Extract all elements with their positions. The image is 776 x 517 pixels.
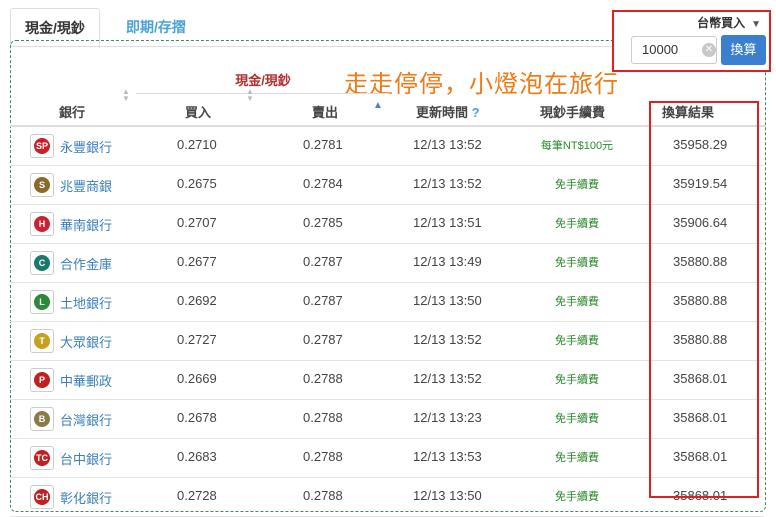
update-time: 12/13 13:50 xyxy=(413,293,482,308)
sell-rate: 0.2785 xyxy=(303,215,343,230)
bank-name-link[interactable]: 台中銀行 xyxy=(60,449,112,468)
bank-logo-icon: CH xyxy=(30,485,54,509)
bank-name-link[interactable]: 兆豐商銀 xyxy=(60,176,112,195)
bank-name-link[interactable]: 台灣銀行 xyxy=(60,410,112,429)
group-header-line xyxy=(136,93,390,94)
bank-name-link[interactable]: 合作金庫 xyxy=(60,254,112,273)
update-time: 12/13 13:52 xyxy=(413,371,482,386)
update-time: 12/13 13:49 xyxy=(413,254,482,269)
sell-rate: 0.2781 xyxy=(303,137,343,152)
buy-rate: 0.2675 xyxy=(177,176,217,191)
chevron-down-icon: ▼ xyxy=(751,19,761,30)
buy-rate: 0.2678 xyxy=(177,410,217,425)
result-column-highlight xyxy=(649,101,759,498)
fee-text: 免手續費 xyxy=(555,218,599,230)
fee-text: 免手續費 xyxy=(555,452,599,464)
calculate-button[interactable]: 換算 xyxy=(721,35,766,65)
update-time: 12/13 13:52 xyxy=(413,176,482,191)
logo-glyph: B xyxy=(38,414,46,424)
buy-rate: 0.2683 xyxy=(177,449,217,464)
bank-name-link[interactable]: 華南銀行 xyxy=(60,215,112,234)
bank-logo-icon: S xyxy=(30,173,54,197)
header-time[interactable]: 更新時間 ? xyxy=(416,102,480,121)
logo-glyph: T xyxy=(39,336,45,346)
header-sell[interactable]: 賣出 xyxy=(312,102,338,121)
header-bank[interactable]: 銀行 xyxy=(59,102,85,121)
header-fee[interactable]: 現鈔手續費 xyxy=(540,102,605,121)
update-time: 12/13 13:52 xyxy=(413,332,482,347)
sell-rate: 0.2788 xyxy=(303,449,343,464)
sell-rate: 0.2787 xyxy=(303,293,343,308)
sort-icon[interactable]: ▲ ▼ xyxy=(122,88,130,103)
bank-name-link[interactable]: 土地銀行 xyxy=(60,293,112,312)
bank-logo-icon: C xyxy=(30,251,54,275)
bank-name-link[interactable]: 大眾銀行 xyxy=(60,332,112,351)
sell-rate: 0.2788 xyxy=(303,410,343,425)
buy-rate: 0.2727 xyxy=(177,332,217,347)
bank-name-link[interactable]: 彰化銀行 xyxy=(60,488,112,507)
buy-rate: 0.2669 xyxy=(177,371,217,386)
group-header: 現金/現鈔 xyxy=(235,73,291,88)
header-buy[interactable]: 買入 xyxy=(185,102,211,121)
logo-glyph: C xyxy=(38,258,46,268)
fee-text: 免手續費 xyxy=(555,296,599,308)
sell-rate: 0.2788 xyxy=(303,488,343,503)
update-time: 12/13 13:53 xyxy=(413,449,482,464)
fee-text: 免手續費 xyxy=(555,491,599,503)
fee-text: 每筆NT$100元 xyxy=(540,140,614,152)
sell-rate: 0.2784 xyxy=(303,176,343,191)
currency-select-label: 台幣買入 xyxy=(697,16,746,30)
logo-glyph: L xyxy=(39,297,45,307)
logo-glyph: TC xyxy=(36,453,48,463)
sort-asc-icon[interactable]: ▲ xyxy=(373,100,383,111)
bank-name-link[interactable]: 永豐銀行 xyxy=(60,137,112,156)
currency-select[interactable]: 台幣買入 ▼ xyxy=(697,14,761,31)
logo-glyph: SP xyxy=(35,141,48,151)
update-time: 12/13 13:50 xyxy=(413,488,482,503)
buy-rate: 0.2710 xyxy=(177,137,217,152)
update-time: 12/13 13:52 xyxy=(413,137,482,152)
bank-logo-icon: T xyxy=(30,329,54,353)
converter-panel: 台幣買入 ▼ 10000 ✕ 換算 xyxy=(612,10,771,72)
logo-glyph: P xyxy=(38,375,45,385)
fee-text: 免手續費 xyxy=(555,374,599,386)
fee-text: 免手續費 xyxy=(555,257,599,269)
bank-logo-icon: TC xyxy=(30,446,54,470)
bank-logo-icon: L xyxy=(30,290,54,314)
logo-glyph: H xyxy=(38,219,46,229)
logo-glyph: CH xyxy=(35,492,49,502)
bank-name-link[interactable]: 中華郵政 xyxy=(60,371,112,390)
bank-logo-icon: SP xyxy=(30,134,54,158)
buy-rate: 0.2707 xyxy=(177,215,217,230)
bank-logo-icon: H xyxy=(30,212,54,236)
buy-rate: 0.2692 xyxy=(177,293,217,308)
help-icon[interactable]: ? xyxy=(472,105,480,120)
bank-logo-icon: P xyxy=(30,368,54,392)
logo-glyph: S xyxy=(38,180,45,190)
fee-text: 免手續費 xyxy=(555,335,599,347)
header-time-label: 更新時間 xyxy=(416,105,469,120)
buy-rate: 0.2728 xyxy=(177,488,217,503)
sell-rate: 0.2787 xyxy=(303,254,343,269)
clear-icon[interactable]: ✕ xyxy=(702,43,716,57)
fee-text: 免手續費 xyxy=(555,179,599,191)
sort-icon[interactable]: ▲ ▼ xyxy=(246,88,254,103)
update-time: 12/13 13:23 xyxy=(413,410,482,425)
bank-logo-icon: B xyxy=(30,407,54,431)
update-time: 12/13 13:51 xyxy=(413,215,482,230)
sell-rate: 0.2787 xyxy=(303,332,343,347)
sell-rate: 0.2788 xyxy=(303,371,343,386)
fee-text: 免手續費 xyxy=(555,413,599,425)
buy-rate: 0.2677 xyxy=(177,254,217,269)
